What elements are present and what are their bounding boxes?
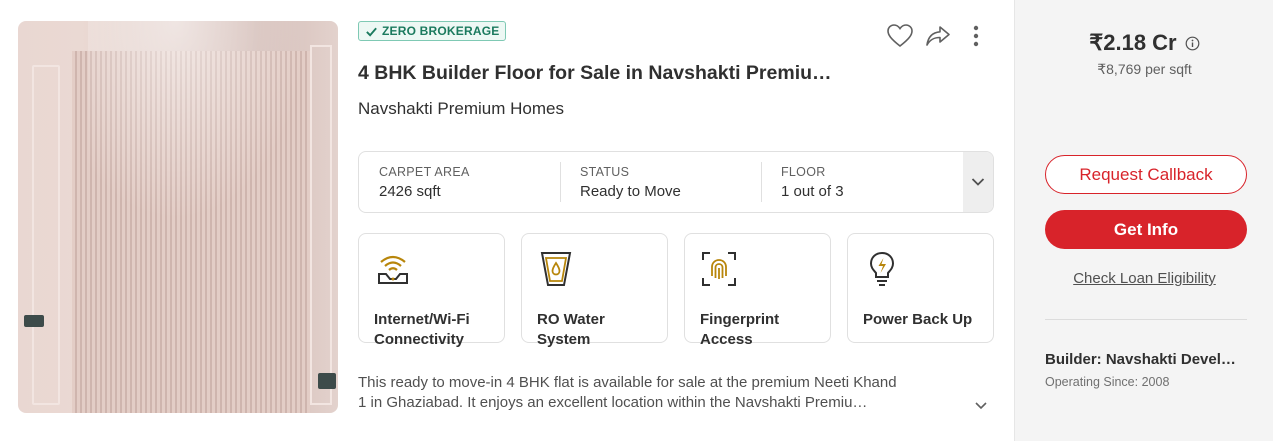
description-line: This ready to move-in 4 BHK flat is avai…: [358, 374, 897, 391]
spec-value: 1 out of 3: [781, 183, 844, 200]
property-photo[interactable]: [18, 21, 338, 413]
spec-floor: FLOOR 1 out of 3: [761, 152, 962, 212]
listing-description: This ready to move-in 4 BHK flat is avai…: [358, 373, 968, 413]
card-actions: [886, 22, 990, 50]
amenity-power-backup: Power Back Up: [847, 233, 994, 343]
amenity-fingerprint: Fingerprint Access: [684, 233, 831, 348]
description-line: 1 in Ghaziabad. It enjoys an excellent l…: [358, 394, 868, 411]
wifi-router-icon: [378, 255, 408, 284]
spec-label: CARPET AREA: [379, 165, 470, 179]
ro-water-icon: [540, 252, 572, 286]
amenities-list: Internet/Wi-Fi Connectivity RO Water Sys…: [358, 233, 994, 348]
amenity-internet: Internet/Wi-Fi Connectivity: [358, 233, 505, 348]
spec-label: FLOOR: [781, 165, 826, 179]
spec-summary: CARPET AREA 2426 sqft STATUS Ready to Mo…: [358, 151, 994, 213]
description-expand-button[interactable]: [972, 396, 990, 414]
zero-brokerage-badge: ZERO BROKERAGE: [358, 21, 507, 41]
share-icon[interactable]: [924, 22, 952, 50]
listing-title[interactable]: 4 BHK Builder Floor for Sale in Navshakt…: [358, 62, 918, 85]
price: ₹2.18 Cr: [1015, 30, 1273, 57]
spec-label: STATUS: [580, 165, 630, 179]
specs-expand-button[interactable]: [963, 152, 993, 212]
badge-label: ZERO BROKERAGE: [382, 24, 500, 38]
spec-value: Ready to Move: [580, 183, 681, 200]
amenity-label: Power Back Up: [863, 311, 973, 328]
more-options-icon[interactable]: [962, 22, 990, 50]
price-per-sqft: ₹8,769 per sqft: [1097, 61, 1192, 77]
spec-carpet-area: CARPET AREA 2426 sqft: [359, 152, 560, 212]
builder-operating-since: Operating Since: 2008: [1045, 375, 1170, 389]
project-name[interactable]: Navshakti Premium Homes: [358, 99, 564, 119]
amenity-label: RO Water System: [537, 311, 605, 348]
amenity-ro-water: RO Water System: [521, 233, 668, 348]
photo-switch: [318, 373, 336, 389]
spec-value: 2426 sqft: [379, 183, 441, 200]
price-value: ₹2.18 Cr: [1089, 30, 1177, 55]
request-callback-button[interactable]: Request Callback: [1045, 155, 1247, 194]
contact-sidebar: ₹2.18 Cr ₹8,769 per sqft Request Callbac…: [1014, 0, 1273, 441]
builder-name[interactable]: Builder: Navshakti Devel…: [1045, 351, 1255, 368]
fingerprint-icon: [702, 252, 736, 286]
property-card: ZERO BROKERAGE 4 BHK Builder Floor for S…: [0, 0, 1273, 441]
chevron-down-icon: [971, 178, 985, 186]
photo-light-glow: [88, 21, 308, 221]
spec-status: STATUS Ready to Move: [560, 152, 761, 212]
get-info-button[interactable]: Get Info: [1045, 210, 1247, 249]
photo-frame-left: [32, 65, 60, 405]
shortlist-heart-icon[interactable]: [886, 22, 914, 50]
chevron-down-icon: [975, 402, 987, 410]
check-icon: [366, 27, 377, 37]
info-icon[interactable]: [1185, 31, 1200, 57]
divider: [1045, 319, 1247, 320]
check-loan-eligibility-link[interactable]: Check Loan Eligibility: [1015, 270, 1273, 287]
amenity-label: Fingerprint Access: [700, 311, 780, 348]
photo-switch: [24, 315, 44, 327]
bulb-power-icon: [869, 251, 895, 286]
photo-frame-right: [310, 45, 332, 405]
amenity-label: Internet/Wi-Fi Connectivity: [374, 311, 470, 348]
